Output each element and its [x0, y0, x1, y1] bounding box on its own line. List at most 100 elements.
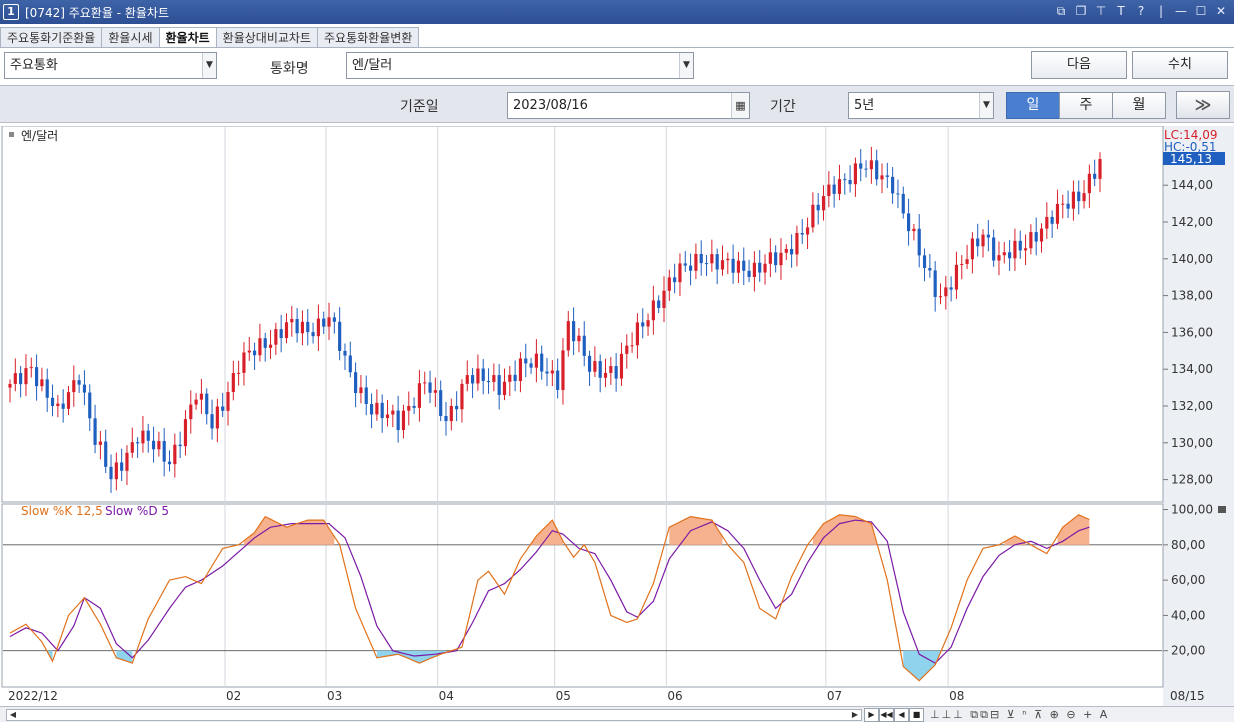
candle-body	[417, 383, 422, 408]
period-label: 기간	[770, 99, 796, 115]
help-icon[interactable]: ?	[1134, 3, 1148, 19]
candle-body	[540, 353, 544, 372]
tab-bar: 주요통화기준환율 환율시세 환율차트 환율상대비교차트 주요통화환율변환	[0, 27, 420, 49]
last-price-value: 145,13	[1170, 152, 1212, 166]
interval-daily-button[interactable]: 일	[1006, 92, 1060, 119]
candle-body	[210, 414, 214, 429]
chart-tool-icons[interactable]: ⊥⊥⊥ ⧉⧉⊟ ⊻ ⁿ ⊼ ⊕ ⊖ + A	[930, 708, 1109, 722]
candle-body	[380, 402, 384, 419]
candle-body	[518, 358, 523, 382]
x-tick-label: 06	[667, 689, 682, 703]
base-date-label: 기준일	[400, 99, 439, 115]
scroll-right-icon[interactable]: ▶	[849, 710, 861, 720]
price-y-tick-label: 132,00	[1171, 399, 1213, 413]
candle-body	[104, 441, 108, 467]
candle-body	[986, 234, 990, 238]
candle-body	[61, 403, 65, 409]
candle-body	[199, 393, 204, 400]
candle-body	[98, 441, 102, 445]
chevron-down-icon[interactable]: ▼	[202, 53, 216, 78]
candle-body	[311, 332, 315, 337]
price-y-tick-label: 144,00	[1171, 178, 1213, 192]
candle-body	[917, 228, 921, 256]
tab-rate-quotes[interactable]: 환율시세	[101, 27, 160, 48]
text-icon[interactable]: T	[1114, 3, 1128, 19]
maximize-icon[interactable]: ☐	[1194, 3, 1208, 19]
candle-body	[412, 405, 416, 408]
x-end-label: 08/15	[1170, 689, 1205, 703]
rate-chart-area[interactable]: 2022/12 02 03 04 05 06 07 08 08/15 128,00 130,00 13…	[0, 125, 1234, 706]
copy-icon[interactable]: ❐	[1074, 3, 1088, 19]
candle-body	[226, 391, 230, 411]
currency-group-select[interactable]: 주요통화 ▼	[4, 52, 217, 79]
candle-body	[678, 263, 682, 283]
candle-body	[369, 404, 374, 415]
x-tick-label: 02	[226, 689, 241, 703]
currency-label: 통화명	[270, 61, 309, 77]
forward-button[interactable]: ≫	[1176, 91, 1230, 119]
value-button[interactable]: 수치	[1132, 51, 1228, 79]
candle-body	[800, 232, 804, 235]
candle-body	[1087, 173, 1091, 194]
candle-body	[130, 442, 134, 453]
candle-body	[348, 355, 352, 373]
calendar-icon[interactable]: ▦	[731, 93, 749, 118]
candle-body	[630, 345, 634, 347]
candle-body	[944, 287, 948, 297]
close-icon[interactable]: ✕	[1214, 3, 1228, 19]
pane-close-icon[interactable]	[1218, 506, 1226, 513]
currency-select[interactable]: 엔/달러 ▼	[346, 52, 694, 79]
chart-scrollbar[interactable]: ◀ ▶	[6, 709, 862, 721]
pane-handle-icon[interactable]	[9, 132, 14, 137]
next-button[interactable]: 다음	[1031, 51, 1127, 79]
interval-monthly-button[interactable]: 월	[1112, 92, 1166, 119]
interval-weekly-button[interactable]: 주	[1059, 92, 1113, 119]
candle-body	[433, 390, 437, 393]
scroll-left-icon[interactable]: ◀	[7, 710, 19, 720]
candle-body	[439, 390, 443, 416]
candle-body	[1008, 252, 1012, 259]
tab-rate-chart[interactable]: 환율차트	[158, 27, 217, 49]
pin-icon[interactable]: ⊤	[1094, 3, 1108, 19]
candle-body	[24, 368, 28, 385]
x-tick-label: 07	[827, 689, 842, 703]
restore-icon[interactable]: ⧉	[1054, 3, 1068, 19]
chevron-down-icon[interactable]: ▼	[679, 53, 693, 78]
candle-body	[715, 254, 719, 270]
candle-body	[699, 253, 703, 264]
candle-body	[816, 204, 820, 211]
candle-body	[880, 175, 884, 180]
candle-body	[364, 387, 368, 405]
candle-body	[391, 410, 395, 415]
candle-body	[162, 441, 166, 462]
candle-body	[146, 430, 150, 441]
chart-svg[interactable]: 2022/12 02 03 04 05 06 07 08 08/15 128,00 130,00 13…	[0, 125, 1234, 706]
candle-body	[795, 232, 799, 255]
candle-body	[268, 344, 273, 348]
candle-body	[901, 193, 905, 214]
period-value: 5년	[854, 98, 875, 113]
candle-body	[295, 319, 299, 334]
tab-relative-chart[interactable]: 환율상대비교차트	[215, 27, 318, 48]
title-bar: 1 [0742] 주요환율 - 환율차트 ⧉ ❐ ⊤ T ? | — ☐ ✕	[0, 0, 1234, 24]
tab-base-rate[interactable]: 주요통화기준환율	[0, 27, 103, 48]
period-select[interactable]: 5년 ▼	[848, 92, 994, 119]
play-button[interactable]: ▶	[864, 708, 879, 722]
candle-body	[215, 406, 219, 429]
candle-body	[970, 238, 974, 260]
candle-body	[29, 367, 33, 369]
candle-body	[1002, 252, 1006, 256]
minimize-icon[interactable]: —	[1174, 3, 1188, 19]
stoch-y-tick-label: 20,00	[1171, 644, 1205, 658]
candle-body	[853, 163, 858, 185]
candle-body	[843, 179, 847, 181]
stop-button[interactable]: ■	[909, 708, 924, 722]
price-y-tick-label: 130,00	[1171, 436, 1213, 450]
tab-rate-converter[interactable]: 주요통화환율변환	[317, 27, 420, 48]
rewind-button[interactable]: ◀◀	[879, 708, 894, 722]
candle-body	[906, 213, 911, 232]
step-back-button[interactable]: ◀	[894, 708, 909, 722]
chevron-down-icon[interactable]: ▼	[979, 93, 993, 118]
candle-body	[279, 329, 283, 339]
base-date-field[interactable]: 2023/08/16 ▦	[507, 92, 750, 119]
